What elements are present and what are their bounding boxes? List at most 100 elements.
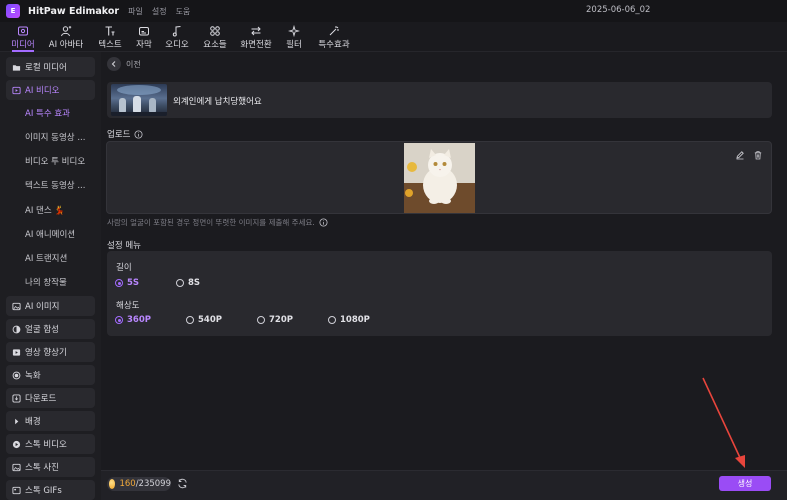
sidebar-item-ai-image[interactable]: AI 이미지 [6, 296, 95, 316]
text-icon [105, 25, 115, 35]
filter-icon [288, 24, 300, 37]
info-icon[interactable] [319, 218, 328, 227]
menu-file[interactable]: 파일 [128, 6, 143, 17]
tab-effects-label: 특수효과 [318, 39, 350, 50]
menu-help[interactable]: 도움 [176, 6, 191, 17]
resolution-option-label: 360P [127, 315, 151, 325]
transition-icon [251, 26, 261, 35]
sidebar-item-download[interactable]: 다운로드 [6, 388, 95, 408]
resolution-option-label: 540P [198, 315, 222, 325]
resolution-option-360p[interactable]: 360P [115, 315, 151, 325]
upload-area[interactable] [106, 141, 772, 214]
length-option-label: 8S [188, 278, 201, 288]
resolution-option-1080p[interactable]: 1080P [328, 315, 370, 325]
sidebar-item-ai-video[interactable]: AI 비디오 [6, 80, 95, 100]
effects-icon [329, 25, 339, 35]
sidebar-item-face-swap[interactable]: 얼굴 합성 [6, 319, 95, 339]
sidebar-item-stock-photo[interactable]: 스톡 사진 [6, 457, 95, 477]
trash-icon[interactable] [753, 150, 763, 160]
sidebar-sub-ai-dance[interactable]: AI 댄스 💃 [25, 202, 99, 218]
credits-total: /235099 [135, 479, 171, 489]
tab-audio-label: 오디오 [165, 39, 189, 50]
sidebar-sub-ai-transition[interactable]: AI 트랜지션 [25, 250, 99, 266]
sidebar-sub-ai-animation[interactable]: AI 애니메이션 [25, 226, 99, 242]
stock-video-icon [12, 440, 21, 448]
app-logo: E [6, 4, 20, 18]
record-icon [12, 371, 21, 379]
length-label: 길이 [116, 263, 132, 273]
sidebar-item-label: AI 비디오 [25, 86, 60, 96]
resolution-option-540p[interactable]: 540P [186, 315, 222, 325]
sidebar-item-label: 로컬 미디어 [25, 63, 67, 73]
sidebar-item-label: 영상 향상기 [25, 348, 67, 358]
sidebar-sub-video-to-video[interactable]: 비디오 투 비디오 [25, 153, 99, 169]
media-icon [18, 26, 28, 35]
tab-elements-label: 요소들 [203, 39, 227, 50]
generate-button[interactable]: 생성 [719, 476, 771, 491]
tab-subtitle[interactable]: 자막 [132, 22, 156, 52]
sidebar-item-label: AI 이미지 [25, 302, 60, 312]
gif-icon [12, 486, 21, 494]
tab-ai-avatar-label: AI 아바타 [48, 39, 84, 50]
menu-settings[interactable]: 설정 [152, 6, 167, 17]
sidebar-item-video-enhancer[interactable]: 영상 향상기 [6, 342, 95, 362]
upload-label: 업로드 [107, 130, 131, 140]
sidebar-item-label: 다운로드 [25, 394, 57, 404]
sidebar-sub-image-to-video[interactable]: 이미지 동영상 ... [25, 129, 99, 145]
download-icon [12, 393, 21, 403]
sidebar-item-local-media[interactable]: 로컬 미디어 [6, 57, 95, 77]
sidebar-item-label: 얼굴 합성 [25, 325, 59, 335]
app-title: HitPaw Edimakor [28, 5, 120, 17]
resolution-label: 해상도 [116, 301, 140, 311]
tab-subtitle-label: 자막 [136, 39, 152, 50]
tab-filter[interactable]: 필터 [282, 22, 306, 52]
tab-text[interactable]: 텍스트 [94, 22, 126, 52]
sidebar-sub-text-to-video[interactable]: 텍스트 동영상 ... [25, 177, 99, 193]
radio-unchecked-icon [176, 279, 184, 287]
chevron-left-icon [111, 61, 116, 67]
effect-name: 외계인에게 납치당했어요 [173, 97, 262, 107]
length-option-5s[interactable]: 5S [115, 278, 139, 288]
audio-icon [172, 25, 181, 36]
radio-unchecked-icon [328, 316, 336, 324]
back-button[interactable] [107, 57, 121, 71]
image-icon [12, 302, 21, 310]
folder-icon [12, 64, 21, 71]
back-label[interactable]: 이전 [126, 59, 141, 70]
upload-section-label: 업로드 [107, 128, 143, 140]
tab-audio[interactable]: 오디오 [162, 22, 192, 52]
sidebar-item-stock-gifs[interactable]: 스톡 GIFs [6, 480, 95, 500]
title-bar: E HitPaw Edimakor 파일 설정 도움 2025-06-06_02 [0, 0, 787, 22]
sidebar-item-label: 배경 [25, 417, 41, 427]
effect-card: 외계인에게 납치당했어요 [107, 82, 772, 118]
main-panel: 이전 외계인에게 납치당했어요 업로드 사람의 얼굴이 포함된 경우 정면이 뚜… [101, 52, 787, 500]
enhancer-icon [12, 348, 21, 356]
stock-photo-icon [12, 463, 21, 471]
sidebar-item-stock-video[interactable]: 스톡 비디오 [6, 434, 95, 454]
sidebar: 로컬 미디어 AI 비디오 AI 특수 효과 이미지 동영상 ... 비디오 투… [0, 52, 101, 500]
elements-icon [210, 25, 220, 36]
subtitle-icon [139, 26, 149, 35]
sidebar-item-record[interactable]: 녹화 [6, 365, 95, 385]
tab-transition[interactable]: 화면전환 [236, 22, 276, 52]
effect-thumbnail [111, 84, 167, 116]
project-name: 2025-06-06_02 [586, 5, 651, 15]
sidebar-sub-my-creations[interactable]: 나의 창작물 [25, 274, 99, 290]
sidebar-item-background[interactable]: 배경 [6, 411, 95, 431]
refresh-icon[interactable] [177, 478, 188, 489]
sidebar-sub-ai-effects[interactable]: AI 특수 효과 [25, 105, 99, 121]
radio-checked-icon [115, 279, 123, 287]
tab-ai-avatar[interactable]: AI 아바타 [46, 22, 86, 52]
edit-icon[interactable] [735, 150, 745, 160]
resolution-option-720p[interactable]: 720P [257, 315, 293, 325]
settings-section-label: 설정 메뉴 [107, 241, 141, 251]
face-swap-icon [12, 325, 21, 333]
radio-unchecked-icon [186, 316, 194, 324]
info-icon[interactable] [134, 129, 143, 139]
sidebar-item-label: 스톡 사진 [25, 463, 59, 473]
tab-effects[interactable]: 특수효과 [314, 22, 354, 52]
length-option-8s[interactable]: 8S [176, 278, 200, 288]
tab-elements[interactable]: 요소들 [200, 22, 230, 52]
tab-media[interactable]: 미디어 [6, 22, 40, 52]
avatar-icon [61, 25, 72, 36]
